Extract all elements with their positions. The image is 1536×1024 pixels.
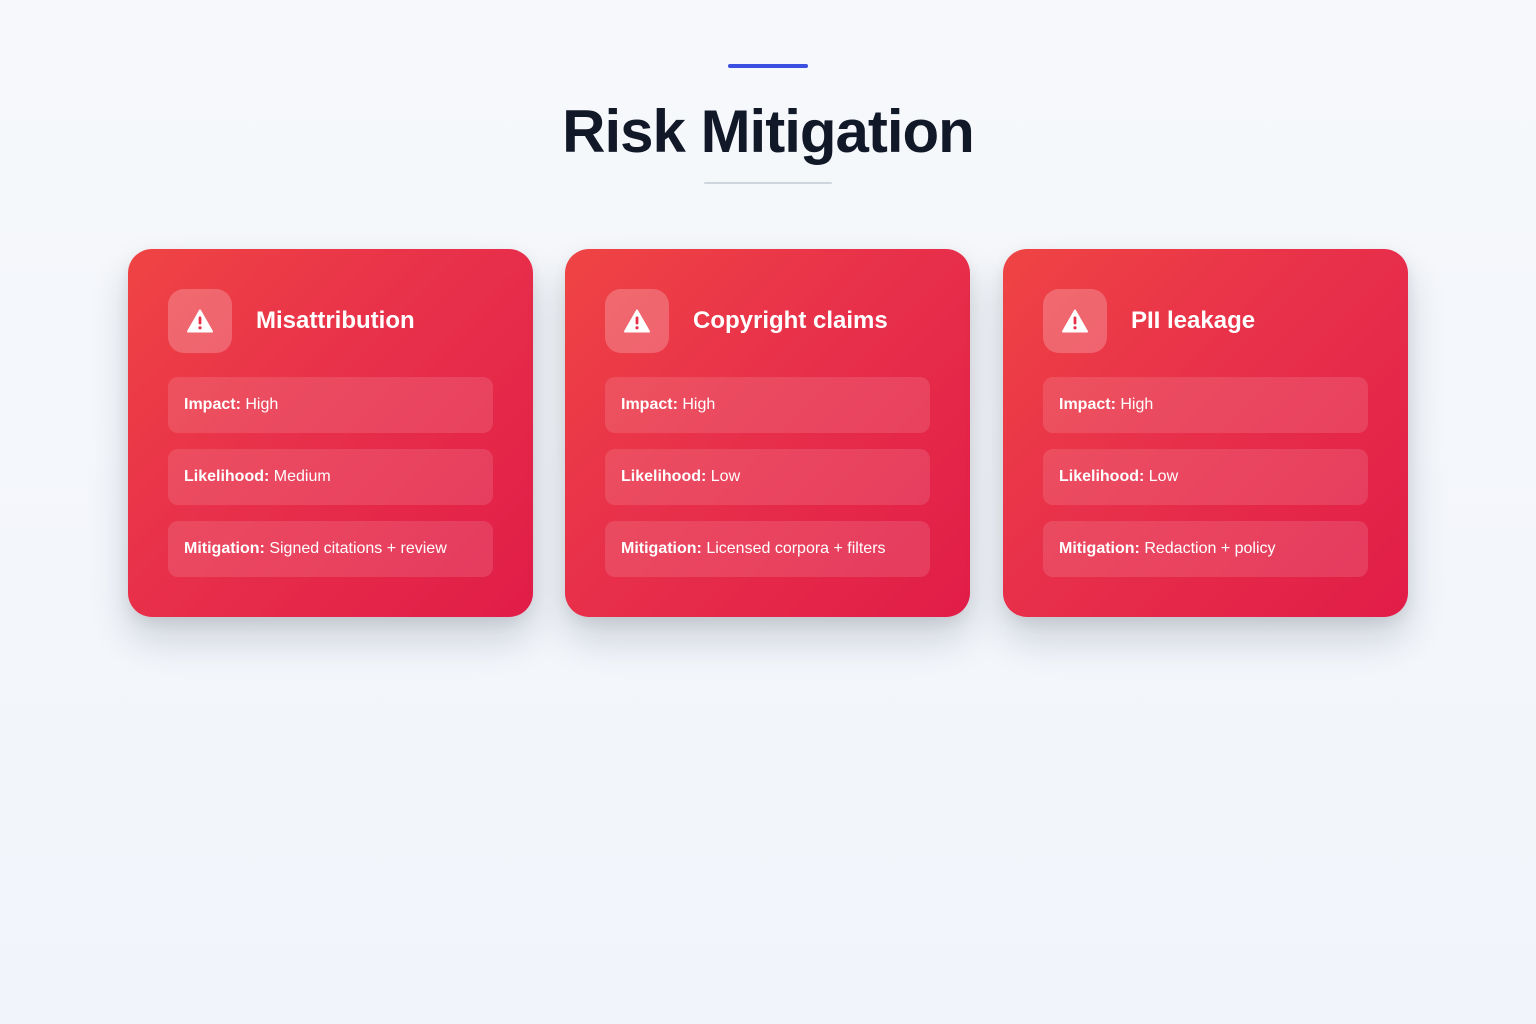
row-label: Impact: [184, 396, 241, 413]
card-header: Copyright claims [605, 289, 930, 353]
row-label: Likelihood: [1059, 468, 1145, 485]
likelihood-row: Likelihood: Low [1043, 449, 1368, 505]
card-title: Copyright claims [693, 307, 888, 334]
warning-triangle-icon [1043, 289, 1107, 353]
mitigation-row: Mitigation: Licensed corpora + filters [605, 521, 930, 577]
page-title: Risk Mitigation [562, 98, 975, 165]
risk-card-misattribution: Misattribution Impact: High Likelihood: … [128, 249, 533, 617]
risk-cards: Misattribution Impact: High Likelihood: … [128, 249, 1408, 617]
row-label: Impact: [1059, 396, 1116, 413]
row-label: Impact: [621, 396, 678, 413]
impact-row: Impact: High [168, 377, 493, 433]
row-value: High [245, 396, 279, 413]
row-value: Signed citations + review [269, 540, 447, 557]
row-value: High [1120, 396, 1154, 413]
card-title: PII leakage [1131, 307, 1256, 334]
risk-card-pii-leakage: PII leakage Impact: High Likelihood: Low… [1003, 249, 1408, 617]
row-label: Mitigation: [621, 540, 702, 557]
row-label: Mitigation: [1059, 540, 1140, 557]
likelihood-row: Likelihood: Low [605, 449, 930, 505]
impact-row: Impact: High [1043, 377, 1368, 433]
row-value: Medium [273, 468, 331, 485]
row-label: Likelihood: [184, 468, 270, 485]
warning-triangle-icon [168, 289, 232, 353]
row-value: Redaction + policy [1144, 540, 1276, 557]
warning-triangle-icon [605, 289, 669, 353]
row-value: Licensed corpora + filters [706, 540, 886, 557]
row-value: Low [710, 468, 741, 485]
card-header: PII leakage [1043, 289, 1368, 353]
impact-row: Impact: High [605, 377, 930, 433]
accent-bar [728, 64, 808, 68]
risk-card-copyright-claims: Copyright claims Impact: High Likelihood… [565, 249, 970, 617]
title-divider [704, 182, 832, 184]
mitigation-row: Mitigation: Redaction + policy [1043, 521, 1368, 577]
row-value: Low [1148, 468, 1179, 485]
row-label: Mitigation: [184, 540, 265, 557]
row-label: Likelihood: [621, 468, 707, 485]
mitigation-row: Mitigation: Signed citations + review [168, 521, 493, 577]
card-title: Misattribution [256, 307, 415, 334]
card-header: Misattribution [168, 289, 493, 353]
likelihood-row: Likelihood: Medium [168, 449, 493, 505]
row-value: High [682, 396, 716, 413]
